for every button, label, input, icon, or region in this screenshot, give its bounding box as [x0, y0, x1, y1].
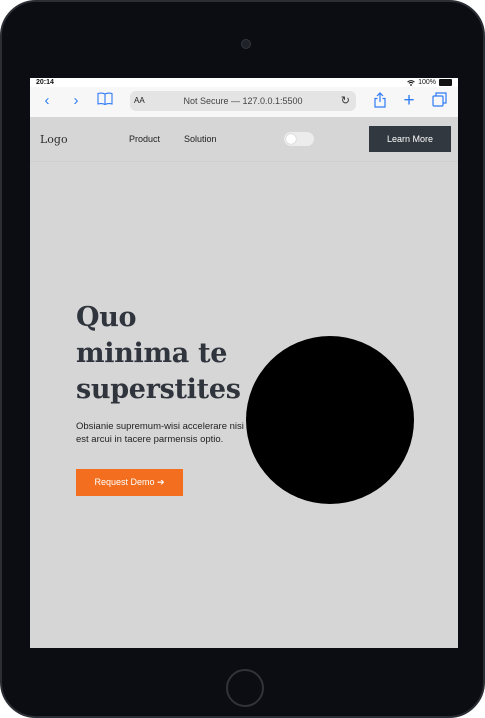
hero-title: Quo minima te superstites [76, 302, 241, 405]
tablet-frame: 20:14 100% ‹ › AA Not Secure — 127.0.0.1… [0, 0, 485, 718]
battery-icon [439, 79, 452, 86]
site-navbar: Logo Product Solution Learn More [30, 117, 458, 162]
status-indicators: 100% [407, 78, 452, 87]
forward-icon[interactable]: › [67, 92, 85, 110]
address-bar[interactable]: AA Not Secure — 127.0.0.1:5500 ↻ [130, 91, 356, 111]
nav-link-product[interactable]: Product [129, 134, 160, 144]
share-icon[interactable] [371, 92, 389, 113]
tabs-icon[interactable] [430, 92, 448, 112]
status-time: 20:14 [36, 79, 54, 86]
request-demo-button[interactable]: Request Demo ➔ [76, 469, 183, 496]
learn-more-button[interactable]: Learn More [369, 126, 451, 152]
site-logo[interactable]: Logo [40, 133, 68, 146]
wifi-icon [407, 79, 415, 86]
battery-percent: 100% [418, 79, 436, 86]
camera [241, 39, 251, 49]
back-icon[interactable]: ‹ [38, 92, 56, 110]
screen: 20:14 100% ‹ › AA Not Secure — 127.0.0.1… [30, 78, 458, 648]
toggle-knob [286, 134, 296, 144]
home-button[interactable] [226, 669, 264, 707]
reload-icon[interactable]: ↻ [341, 94, 350, 107]
hero-circle-graphic [246, 336, 414, 504]
hero-description: Obsianie supremum-wisi accelerare nisi e… [76, 421, 244, 445]
theme-toggle[interactable] [284, 132, 314, 146]
browser-toolbar: ‹ › AA Not Secure — 127.0.0.1:5500 ↻ + [30, 87, 458, 118]
new-tab-icon[interactable]: + [400, 91, 418, 110]
bookmarks-icon[interactable] [96, 92, 114, 111]
nav-link-solution[interactable]: Solution [184, 134, 217, 144]
address-text[interactable]: Not Secure — 127.0.0.1:5500 [130, 96, 356, 106]
status-bar: 20:14 100% [30, 78, 458, 87]
